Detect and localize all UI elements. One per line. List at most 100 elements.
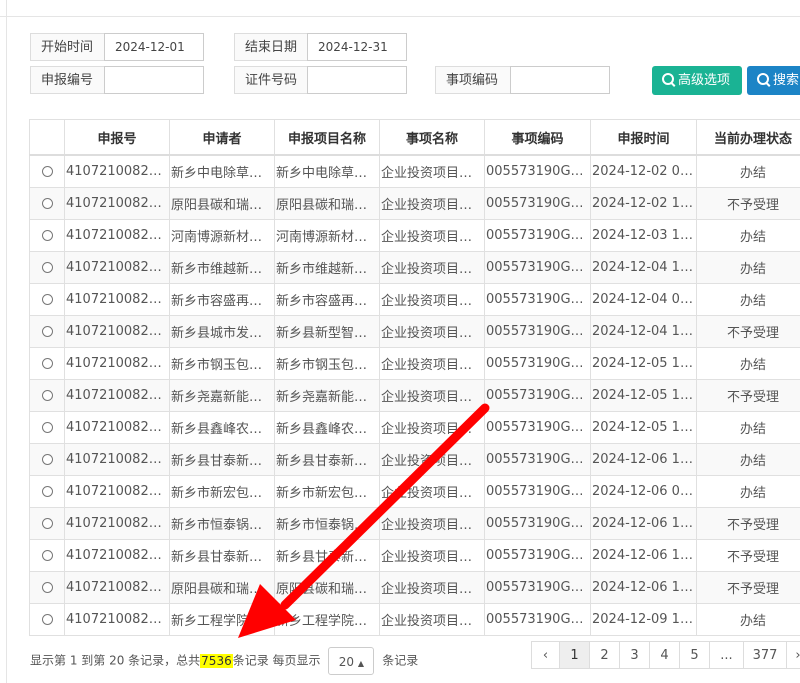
page-button-1[interactable]: 1 bbox=[559, 641, 590, 669]
item-code-cell: 005573190GG10012 bbox=[484, 507, 591, 540]
column-header-project-name[interactable]: 申报项目名称 bbox=[274, 119, 380, 156]
row-select-radio[interactable] bbox=[41, 518, 53, 529]
page-button-3[interactable]: 3 bbox=[619, 641, 650, 669]
item-code-cell: 005573190GG10006 bbox=[484, 315, 591, 348]
page-button-5[interactable]: 5 bbox=[679, 641, 710, 669]
row-select-radio[interactable] bbox=[41, 550, 53, 561]
row-select-cell bbox=[29, 251, 65, 284]
apply-time-cell: 2024-12-05 17:4 bbox=[590, 411, 697, 444]
table-row[interactable]: 410721008241200005新乡市容盛再生资源有限公司新乡市容盛再生资源… bbox=[29, 283, 800, 316]
table-row[interactable]: 410721008241200004新乡市维越新能源科技有限公司新乡市维越新能源… bbox=[29, 251, 800, 284]
table-row[interactable]: 410721008241200008新乡尧嘉新能源科技有限公司新乡尧嘉新能源项目… bbox=[29, 379, 800, 412]
status-cell: 不予受理 bbox=[696, 187, 800, 220]
table-row[interactable]: 410721008241200011新乡市新宏包装材料有限公司新乡市新宏包装材料… bbox=[29, 475, 800, 508]
applicant-cell: 新乡尧嘉新能源科技有限公司 bbox=[169, 379, 275, 412]
table-row[interactable]: 410721008241200014原阳县碳和瑞新能源有限公司原阳县碳和瑞新能源… bbox=[29, 571, 800, 604]
applicant-cell: 新乡市恒泰锅炉有限公司 bbox=[169, 507, 275, 540]
apply-time-cell: 2024-12-06 14:4 bbox=[590, 539, 697, 572]
applicant-cell: 河南博源新材料科技有限公司 bbox=[169, 219, 275, 252]
end-date-input[interactable]: 2024-12-31 bbox=[307, 33, 407, 61]
project-name-cell: 原阳县碳和瑞新能源项目 bbox=[274, 187, 380, 220]
row-select-radio[interactable] bbox=[41, 358, 53, 369]
project-name-cell: 原阳县碳和瑞新能源项目 bbox=[274, 571, 380, 604]
project-name-cell: 新乡县甘泰新能源项目 bbox=[274, 539, 380, 572]
page-button-2[interactable]: 2 bbox=[589, 641, 620, 669]
item-name-cell: 企业投资项目备案 bbox=[379, 219, 485, 252]
table-row[interactable]: 410721008241200010新乡县甘泰新能源有限公司新乡县甘泰新能源项目… bbox=[29, 443, 800, 476]
table-row[interactable]: 410721008241200007新乡市钢玉包装材料有限公司新乡市钢玉包装材料… bbox=[29, 347, 800, 380]
row-select-radio[interactable] bbox=[41, 166, 53, 177]
column-header-item-name[interactable]: 事项名称 bbox=[379, 119, 485, 156]
start-time-input[interactable]: 2024-12-01 bbox=[104, 33, 204, 61]
page-size-suffix: 条记录 bbox=[382, 653, 419, 668]
applicant-cell: 新乡中电除草剂有限公司 bbox=[169, 154, 275, 188]
row-select-radio[interactable] bbox=[41, 262, 53, 273]
apply-time-cell: 2024-12-04 11:5 bbox=[590, 251, 697, 284]
page-prev-button[interactable]: ‹ bbox=[531, 641, 560, 669]
row-select-radio[interactable] bbox=[41, 230, 53, 241]
row-select-cell bbox=[29, 571, 65, 604]
applicant-cell: 新乡市维越新能源科技有限公司 bbox=[169, 251, 275, 284]
column-header-apply-time[interactable]: 申报时间 bbox=[590, 119, 697, 156]
item-name-cell: 企业投资项目备案 bbox=[379, 283, 485, 316]
apply-no-cell: 410721008241200005 bbox=[64, 283, 170, 316]
advanced-options-button[interactable]: 高级选项 bbox=[652, 66, 742, 95]
table-row[interactable]: 410721008241200003河南博源新材料科技有限公司河南博源新材料科技… bbox=[29, 219, 800, 252]
page-size-value: 20 bbox=[338, 655, 355, 669]
id-no-label: 证件号码 bbox=[234, 66, 307, 94]
row-select-radio[interactable] bbox=[41, 326, 53, 337]
apply-time-cell: 2024-12-05 15:4 bbox=[590, 379, 697, 412]
page-size-select[interactable]: 20 ▲ bbox=[328, 647, 375, 675]
row-select-radio[interactable] bbox=[41, 294, 53, 305]
apply-no-cell: 410721008241200009 bbox=[64, 411, 170, 444]
applicant-cell: 新乡县鑫峰农机有限公司 bbox=[169, 411, 275, 444]
item-code-input[interactable] bbox=[510, 66, 610, 94]
table-row[interactable]: 410721008241200012新乡市恒泰锅炉有限公司新乡市恒泰锅炉项目企业… bbox=[29, 507, 800, 540]
row-select-radio[interactable] bbox=[41, 614, 53, 625]
row-select-radio[interactable] bbox=[41, 198, 53, 209]
page-button-377[interactable]: 377 bbox=[743, 641, 787, 669]
item-name-cell: 企业投资项目备案 bbox=[379, 507, 485, 540]
item-code-label: 事项编码 bbox=[435, 66, 510, 94]
table-row[interactable]: 410721008241200015新乡工程学院新乡工程学院二期企业投资项目备案… bbox=[29, 603, 800, 636]
page-button-4[interactable]: 4 bbox=[649, 641, 680, 669]
apply-no-cell: 410721008241200012 bbox=[64, 507, 170, 540]
caret-up-icon: ▲ bbox=[357, 659, 364, 668]
row-select-cell bbox=[29, 315, 65, 348]
table-row[interactable]: 410721008241200002原阳县碳和瑞新能源有限公司原阳县碳和瑞新能源… bbox=[29, 187, 800, 220]
table-row[interactable]: 410721008241200006新乡县城市发展投资有限公司新乡县新型智慧城市… bbox=[29, 315, 800, 348]
column-header-applicant[interactable]: 申请者 bbox=[169, 119, 275, 156]
row-select-radio[interactable] bbox=[41, 486, 53, 497]
status-cell: 办结 bbox=[696, 411, 800, 444]
item-code-cell: 005573190GG10011 bbox=[484, 475, 591, 508]
table-footer: 显示第 1 到第 20 条记录，总共7536条记录 每页显示 20 ▲ 条记录 bbox=[30, 647, 419, 675]
apply-no-input[interactable] bbox=[104, 66, 204, 94]
project-name-cell: 新乡市容盛再生资源项目 bbox=[274, 283, 380, 316]
apply-no-cell: 410721008241200006 bbox=[64, 315, 170, 348]
column-header-status[interactable]: 当前办理状态 bbox=[696, 119, 800, 156]
search-button[interactable]: 搜索 bbox=[747, 66, 800, 95]
status-cell: 不予受理 bbox=[696, 571, 800, 604]
column-header-apply-no[interactable]: 申报号 bbox=[64, 119, 170, 156]
item-code-cell: 005573190GG10014 bbox=[484, 571, 591, 604]
project-name-cell: 新乡县新型智慧城市项目 bbox=[274, 315, 380, 348]
apply-no-cell: 410721008241200007 bbox=[64, 347, 170, 380]
table-row[interactable]: 410721008241200001新乡中电除草剂有限公司新乡中电除草剂技术改造… bbox=[29, 154, 800, 188]
row-select-cell bbox=[29, 219, 65, 252]
apply-time-cell: 2024-12-04 15:0 bbox=[590, 315, 697, 348]
search-button-label: 搜索 bbox=[773, 73, 800, 88]
column-header-item-code[interactable]: 事项编码 bbox=[484, 119, 591, 156]
apply-no-cell: 410721008241200011 bbox=[64, 475, 170, 508]
row-select-radio[interactable] bbox=[41, 582, 53, 593]
applicant-cell: 新乡县甘泰新能源有限公司 bbox=[169, 443, 275, 476]
project-name-cell: 河南博源新材料科技项目 bbox=[274, 219, 380, 252]
table-row[interactable]: 410721008241200009新乡县鑫峰农机有限公司新乡县鑫峰农机项目企业… bbox=[29, 411, 800, 444]
row-select-radio[interactable] bbox=[41, 390, 53, 401]
table-row[interactable]: 410721008241200013新乡县甘泰新能源有限公司新乡县甘泰新能源项目… bbox=[29, 539, 800, 572]
id-no-input[interactable] bbox=[307, 66, 407, 94]
page-next-button[interactable]: › bbox=[786, 641, 800, 669]
records-info-suffix: 条记录 每页显示 bbox=[232, 653, 321, 668]
row-select-radio[interactable] bbox=[41, 422, 53, 433]
item-code-cell: 005573190GG10001 bbox=[484, 154, 591, 188]
row-select-radio[interactable] bbox=[41, 454, 53, 465]
